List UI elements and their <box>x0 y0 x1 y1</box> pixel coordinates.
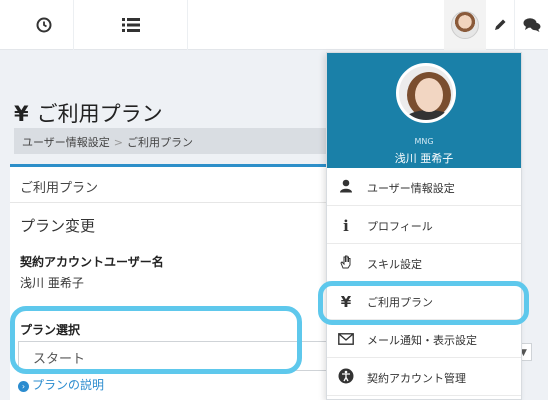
breadcrumb: ユーザー情報設定 > ご利用プラン <box>14 128 334 154</box>
list-button[interactable] <box>74 0 188 50</box>
menu-item-label: ユーザー情報設定 <box>367 181 455 195</box>
clock-icon <box>36 17 51 33</box>
chevron-right-icon: › <box>18 381 29 392</box>
profile-photo <box>396 63 456 123</box>
plan-description-link[interactable]: › プランの説明 <box>18 376 104 393</box>
menu-item-profile[interactable]: i プロフィール <box>327 208 521 244</box>
hand-icon <box>327 254 365 274</box>
menu-item-label: メール通知・表示設定 <box>367 333 477 347</box>
user-name: 浅川 亜希子 <box>394 152 454 165</box>
highlight-ring-plan-menu-item <box>318 281 529 325</box>
list-icon <box>121 18 140 32</box>
menu-item-label: 契約アカウント管理 <box>367 371 466 385</box>
yen-icon: ¥ <box>14 102 29 126</box>
page-title-text: ご利用プラン <box>36 102 163 126</box>
user-icon <box>327 179 365 197</box>
pencil-icon <box>495 19 506 30</box>
breadcrumb-separator: > <box>113 136 123 149</box>
account-value: 浅川 亜希子 <box>20 276 84 290</box>
menu-item-skill-settings[interactable]: スキル設定 <box>327 246 521 282</box>
envelope-icon <box>327 331 365 349</box>
info-icon: i <box>343 216 349 235</box>
clock-button[interactable] <box>14 0 74 50</box>
accessibility-icon <box>327 368 365 388</box>
avatar <box>451 11 479 39</box>
user-role: MNG <box>414 137 434 146</box>
user-avatar-button[interactable] <box>444 0 486 50</box>
plan-link-label: プランの説明 <box>32 378 105 392</box>
chat-icon <box>523 18 540 32</box>
page-title: ¥ ご利用プラン <box>14 98 163 128</box>
edit-button[interactable] <box>486 0 514 50</box>
chat-button[interactable] <box>514 0 548 50</box>
account-label: 契約アカウントユーザー名 <box>20 255 164 269</box>
highlight-ring-plan-select <box>10 306 302 374</box>
user-menu-dropdown: MNG 浅川 亜希子 ユーザー情報設定 i プロフィール スキル設定 ¥ ご利用… <box>326 52 522 400</box>
menu-item-label: プロフィール <box>367 219 433 233</box>
menu-item-user-settings[interactable]: ユーザー情報設定 <box>327 170 521 206</box>
card-header: ご利用プラン <box>10 167 330 203</box>
user-menu-header: MNG 浅川 亜希子 <box>327 53 521 168</box>
menu-item-label: スキル設定 <box>367 257 422 271</box>
top-bar <box>0 0 548 50</box>
section-title: プラン変更 <box>20 217 96 235</box>
breadcrumb-current: ご利用プラン <box>127 136 193 149</box>
breadcrumb-parent[interactable]: ユーザー情報設定 <box>22 136 110 149</box>
menu-item-mail-settings[interactable]: メール通知・表示設定 <box>327 322 521 358</box>
menu-item-account-management[interactable]: 契約アカウント管理 <box>327 360 521 396</box>
